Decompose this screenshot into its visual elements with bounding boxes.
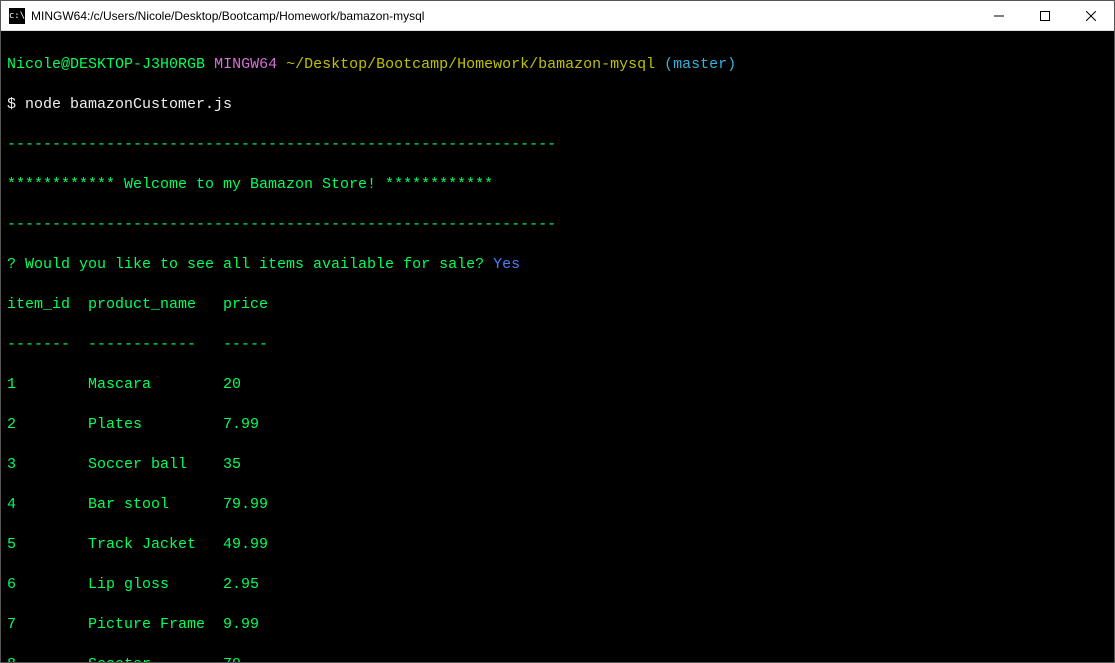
price: 2.95 xyxy=(223,575,259,595)
item-id: 6 xyxy=(7,575,88,595)
minimize-button[interactable] xyxy=(976,1,1022,30)
product-name: Picture Frame xyxy=(88,615,223,635)
table-header: item_idproduct_nameprice xyxy=(7,295,1108,315)
table-row: 4Bar stool79.99 xyxy=(7,495,1108,515)
price: 35 xyxy=(223,455,241,475)
item-id: 5 xyxy=(7,535,88,555)
price: 20 xyxy=(223,375,241,395)
terminal-body[interactable]: Nicole@DESKTOP-J3H0RGB MINGW64 ~/Desktop… xyxy=(1,31,1114,662)
command-line: $ node bamazonCustomer.js xyxy=(7,95,1108,115)
welcome-banner: ************ Welcome to my Bamazon Store… xyxy=(7,175,1108,195)
divider: ----------------------------------------… xyxy=(7,215,1108,235)
close-icon xyxy=(1086,11,1096,21)
item-id: 3 xyxy=(7,455,88,475)
item-id: 1 xyxy=(7,375,88,395)
answer-yes: Yes xyxy=(493,256,520,273)
table-separator: ------------------------ xyxy=(7,335,1108,355)
app-icon: c:\ xyxy=(9,8,25,24)
item-id: 2 xyxy=(7,415,88,435)
maximize-icon xyxy=(1040,11,1050,21)
divider: ----------------------------------------… xyxy=(7,135,1108,155)
product-name: Bar stool xyxy=(88,495,223,515)
price: 49.99 xyxy=(223,535,268,555)
product-name: Plates xyxy=(88,415,223,435)
close-button[interactable] xyxy=(1068,1,1114,30)
maximize-button[interactable] xyxy=(1022,1,1068,30)
table-row: 6Lip gloss2.95 xyxy=(7,575,1108,595)
minimize-icon xyxy=(994,11,1004,21)
price: 79.99 xyxy=(223,495,268,515)
cwd-path: ~/Desktop/Bootcamp/Homework/bamazon-mysq… xyxy=(286,56,655,73)
product-name: Lip gloss xyxy=(88,575,223,595)
window-controls xyxy=(976,1,1114,30)
prompt-line: Nicole@DESKTOP-J3H0RGB MINGW64 ~/Desktop… xyxy=(7,55,1108,75)
git-branch: (master) xyxy=(664,56,736,73)
table-row: 5Track Jacket49.99 xyxy=(7,535,1108,555)
terminal-window: c:\ MINGW64:/c/Users/Nicole/Desktop/Boot… xyxy=(0,0,1115,663)
product-name: Track Jacket xyxy=(88,535,223,555)
table-row: 8Scooter79 xyxy=(7,655,1108,662)
price: 79 xyxy=(223,655,241,662)
question-see-items: ? Would you like to see all items availa… xyxy=(7,255,1108,275)
titlebar: c:\ MINGW64:/c/Users/Nicole/Desktop/Boot… xyxy=(1,1,1114,31)
item-id: 7 xyxy=(7,615,88,635)
table-row: 7Picture Frame9.99 xyxy=(7,615,1108,635)
price: 9.99 xyxy=(223,615,259,635)
shell-name: MINGW64 xyxy=(214,56,277,73)
product-name: Scooter xyxy=(88,655,223,662)
table-row: 1Mascara20 xyxy=(7,375,1108,395)
table-row: 3Soccer ball35 xyxy=(7,455,1108,475)
item-id: 4 xyxy=(7,495,88,515)
item-id: 8 xyxy=(7,655,88,662)
table-row: 2Plates7.99 xyxy=(7,415,1108,435)
price: 7.99 xyxy=(223,415,259,435)
product-name: Soccer ball xyxy=(88,455,223,475)
user-host: Nicole@DESKTOP-J3H0RGB xyxy=(7,56,205,73)
product-name: Mascara xyxy=(88,375,223,395)
window-title: MINGW64:/c/Users/Nicole/Desktop/Bootcamp… xyxy=(31,9,976,23)
